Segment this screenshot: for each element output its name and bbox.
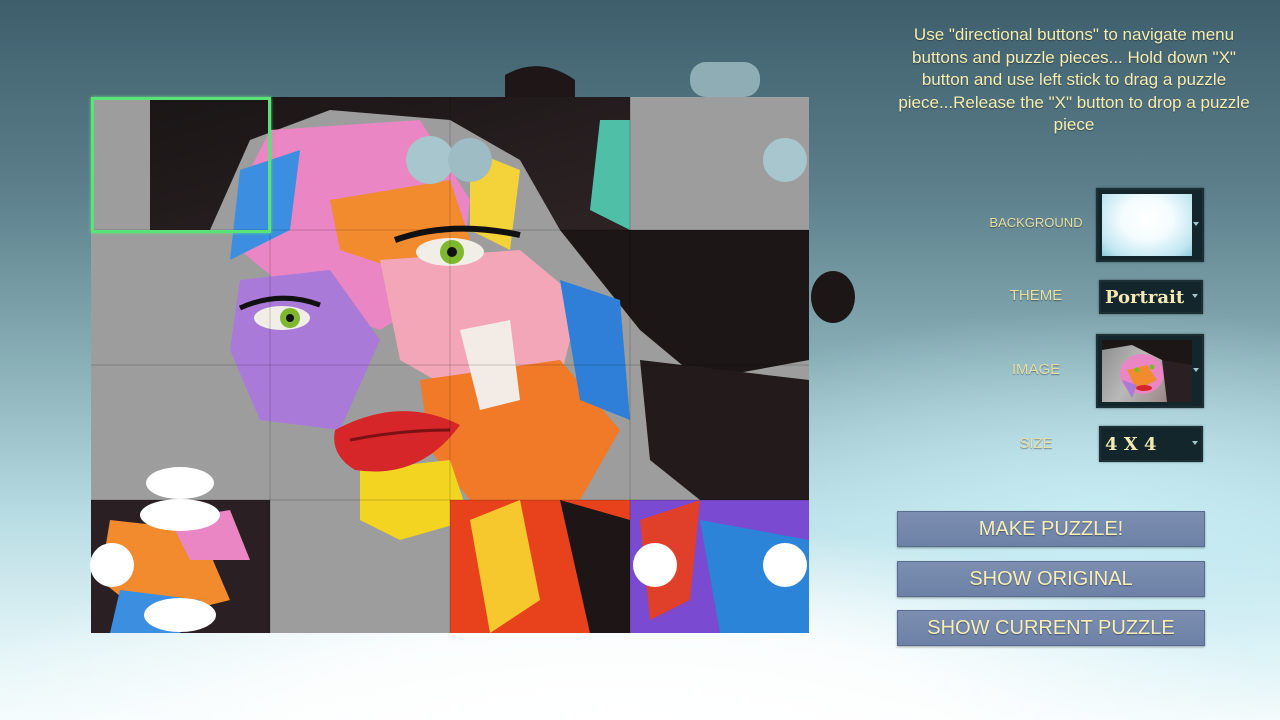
- theme-label: THEME: [1009, 287, 1063, 304]
- piece-selection-cursor[interactable]: [91, 97, 271, 233]
- make-puzzle-button[interactable]: MAKE PUZZLE!: [897, 511, 1205, 547]
- image-select[interactable]: [1096, 334, 1204, 408]
- image-label: IMAGE: [1011, 361, 1061, 378]
- instructions-text: Use "directional buttons" to navigate me…: [898, 25, 1250, 134]
- chevron-down-icon: [1192, 441, 1198, 445]
- image-preview: [1102, 340, 1192, 402]
- chevron-down-icon: [1193, 222, 1199, 226]
- size-label: SIZE: [1019, 435, 1053, 452]
- chevron-down-icon: [1193, 368, 1199, 372]
- hole-4: [633, 543, 677, 587]
- loose-tab-right: [811, 271, 855, 323]
- show-current-puzzle-button[interactable]: SHOW CURRENT PUZZLE: [897, 610, 1205, 646]
- background-select[interactable]: [1096, 188, 1204, 262]
- chevron-down-icon: [1192, 294, 1198, 298]
- hole-1: [406, 136, 454, 184]
- background-preview: [1102, 194, 1192, 256]
- size-value: 4 X 4: [1105, 433, 1157, 455]
- theme-value: Portrait: [1105, 286, 1185, 308]
- show-original-button[interactable]: SHOW ORIGINAL: [897, 561, 1205, 597]
- loose-tab-top: [505, 66, 575, 97]
- background-label: BACKGROUND: [989, 215, 1083, 230]
- theme-select[interactable]: Portrait: [1099, 280, 1203, 314]
- hole-3: [146, 467, 214, 499]
- hole-2: [763, 138, 807, 182]
- portrait-thumbnail: [1102, 340, 1192, 402]
- size-select[interactable]: 4 X 4: [1099, 426, 1203, 462]
